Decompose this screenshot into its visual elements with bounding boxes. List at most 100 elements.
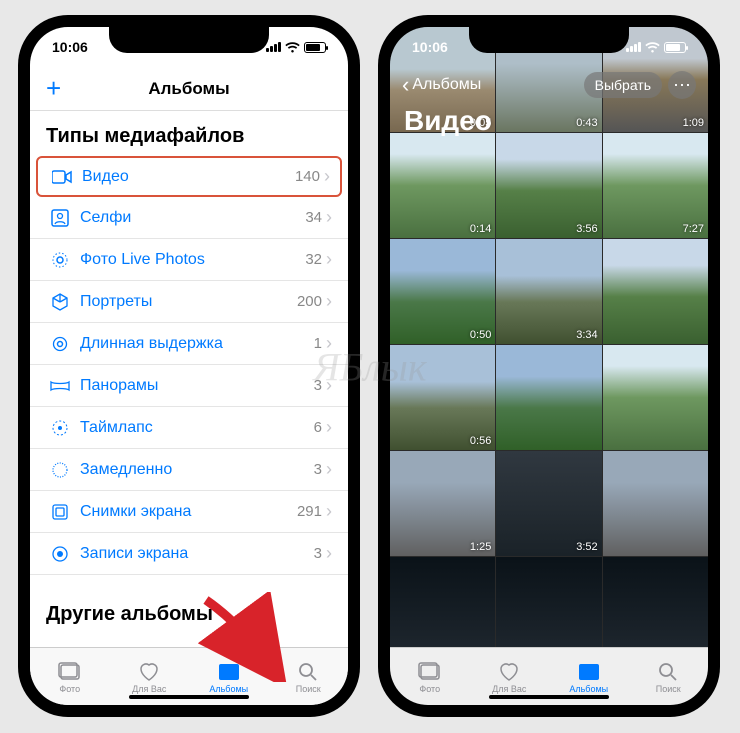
row-count: 6: [314, 419, 322, 436]
chevron-icon: ›: [322, 207, 332, 228]
tab-photos[interactable]: Фото: [390, 648, 470, 705]
row-screenshots[interactable]: Снимки экрана 291 ›: [30, 491, 348, 533]
phone-frame-left: 10:06 + Альбомы Типы медиафайлов Видео 1…: [18, 15, 360, 717]
video-thumb[interactable]: 0:14: [390, 133, 495, 238]
albums-icon: [217, 660, 241, 682]
foryou-icon: [137, 660, 161, 682]
tab-label: Поиск: [296, 684, 321, 694]
panorama-icon: [46, 380, 74, 392]
chevron-icon: ›: [322, 375, 332, 396]
screen-right: 0:05 0:43 1:09 0:14 3:56 7:27 0:50 3:34 …: [390, 27, 708, 705]
status-icons: [266, 42, 326, 53]
row-label: Замедленно: [74, 461, 314, 479]
video-thumb[interactable]: 3:56: [496, 133, 601, 238]
row-label: Снимки экрана: [74, 503, 297, 521]
battery-icon: [664, 42, 686, 53]
tab-photos[interactable]: Фото: [30, 648, 110, 705]
chevron-icon: ›: [320, 166, 330, 187]
row-count: 140: [295, 168, 320, 185]
chevron-icon: ›: [322, 459, 332, 480]
wifi-icon: [645, 42, 660, 53]
tab-label: Фото: [59, 684, 80, 694]
tab-search[interactable]: Поиск: [629, 648, 709, 705]
video-thumb[interactable]: [603, 557, 708, 647]
select-button[interactable]: Выбрать: [584, 72, 662, 98]
row-screenrec[interactable]: Записи экрана 3 ›: [30, 533, 348, 575]
status-icons: [626, 42, 686, 53]
row-imported[interactable]: Импортированные 114 ›: [30, 634, 348, 647]
row-count: 3: [314, 461, 322, 478]
screenshot-icon: [46, 503, 74, 521]
video-thumb[interactable]: 0:50: [390, 239, 495, 344]
cube-icon: [46, 293, 74, 311]
row-label: Селфи: [74, 209, 305, 227]
video-thumb[interactable]: [390, 557, 495, 647]
photos-icon: [58, 660, 82, 682]
notch: [109, 27, 269, 53]
video-thumb[interactable]: 3:34: [496, 239, 601, 344]
slomo-icon: [46, 461, 74, 479]
video-thumb[interactable]: 0:56: [390, 345, 495, 450]
chevron-icon: ›: [322, 543, 332, 564]
chevron-icon: ›: [322, 291, 332, 312]
page-title: Видео: [390, 103, 708, 143]
video-thumb[interactable]: 3:52: [496, 451, 601, 556]
cellular-icon: [626, 42, 641, 52]
duration: 1:25: [470, 541, 491, 553]
add-button[interactable]: +: [46, 73, 61, 104]
home-indicator: [129, 695, 249, 699]
livephoto-icon: [46, 251, 74, 269]
more-button[interactable]: ⋯: [668, 71, 696, 99]
row-selfie[interactable]: Селфи 34 ›: [30, 197, 348, 239]
list-container: Типы медиафайлов Видео 140 › Селфи 34 › …: [30, 111, 348, 647]
timelapse-icon: [46, 419, 74, 437]
row-label: Фото Live Photos: [74, 251, 305, 269]
longexposure-icon: [46, 335, 74, 353]
row-longexposure[interactable]: Длинная выдержка 1 ›: [30, 323, 348, 365]
video-thumb[interactable]: [496, 557, 601, 647]
chevron-icon: ›: [322, 333, 332, 354]
chevron-icon: ›: [322, 417, 332, 438]
row-count: 1: [314, 335, 322, 352]
chevron-icon: ›: [322, 501, 332, 522]
chevron-icon: ›: [322, 249, 332, 270]
row-panoramas[interactable]: Панорамы 3 ›: [30, 365, 348, 407]
tab-label: Альбомы: [209, 684, 248, 694]
cellular-icon: [266, 42, 281, 52]
row-slomo[interactable]: Замедленно 3 ›: [30, 449, 348, 491]
video-thumb[interactable]: [603, 345, 708, 450]
duration: 3:34: [576, 329, 597, 341]
video-thumb[interactable]: 7:27: [603, 133, 708, 238]
duration: 3:52: [576, 541, 597, 553]
duration: 3:56: [576, 223, 597, 235]
clock: 10:06: [52, 39, 88, 55]
video-thumb[interactable]: [603, 239, 708, 344]
tab-label: Поиск: [656, 684, 681, 694]
nav-bar: + Альбомы: [30, 67, 348, 111]
back-button[interactable]: ‹ Альбомы: [402, 72, 481, 98]
screenrec-icon: [46, 545, 74, 563]
duration: 0:50: [470, 329, 491, 341]
row-portraits[interactable]: Портреты 200 ›: [30, 281, 348, 323]
row-livephotos[interactable]: Фото Live Photos 32 ›: [30, 239, 348, 281]
tab-search[interactable]: Поиск: [269, 648, 349, 705]
foryou-icon: [497, 660, 521, 682]
chevron-left-icon: ‹: [402, 72, 409, 98]
duration: 0:56: [470, 435, 491, 447]
video-thumb[interactable]: 1:25: [390, 451, 495, 556]
battery-icon: [304, 42, 326, 53]
row-count: 32: [305, 251, 322, 268]
row-label: Таймлапс: [74, 419, 314, 437]
row-count: 200: [297, 293, 322, 310]
tab-label: Для Вас: [492, 684, 526, 694]
search-icon: [656, 660, 680, 682]
row-label: Записи экрана: [74, 545, 314, 563]
row-count: 3: [314, 377, 322, 394]
row-timelapse[interactable]: Таймлапс 6 ›: [30, 407, 348, 449]
selfie-icon: [46, 209, 74, 227]
video-thumb[interactable]: [496, 345, 601, 450]
row-count: 34: [305, 209, 322, 226]
row-video[interactable]: Видео 140 ›: [36, 156, 342, 197]
row-label: Портреты: [74, 293, 297, 311]
video-thumb[interactable]: [603, 451, 708, 556]
